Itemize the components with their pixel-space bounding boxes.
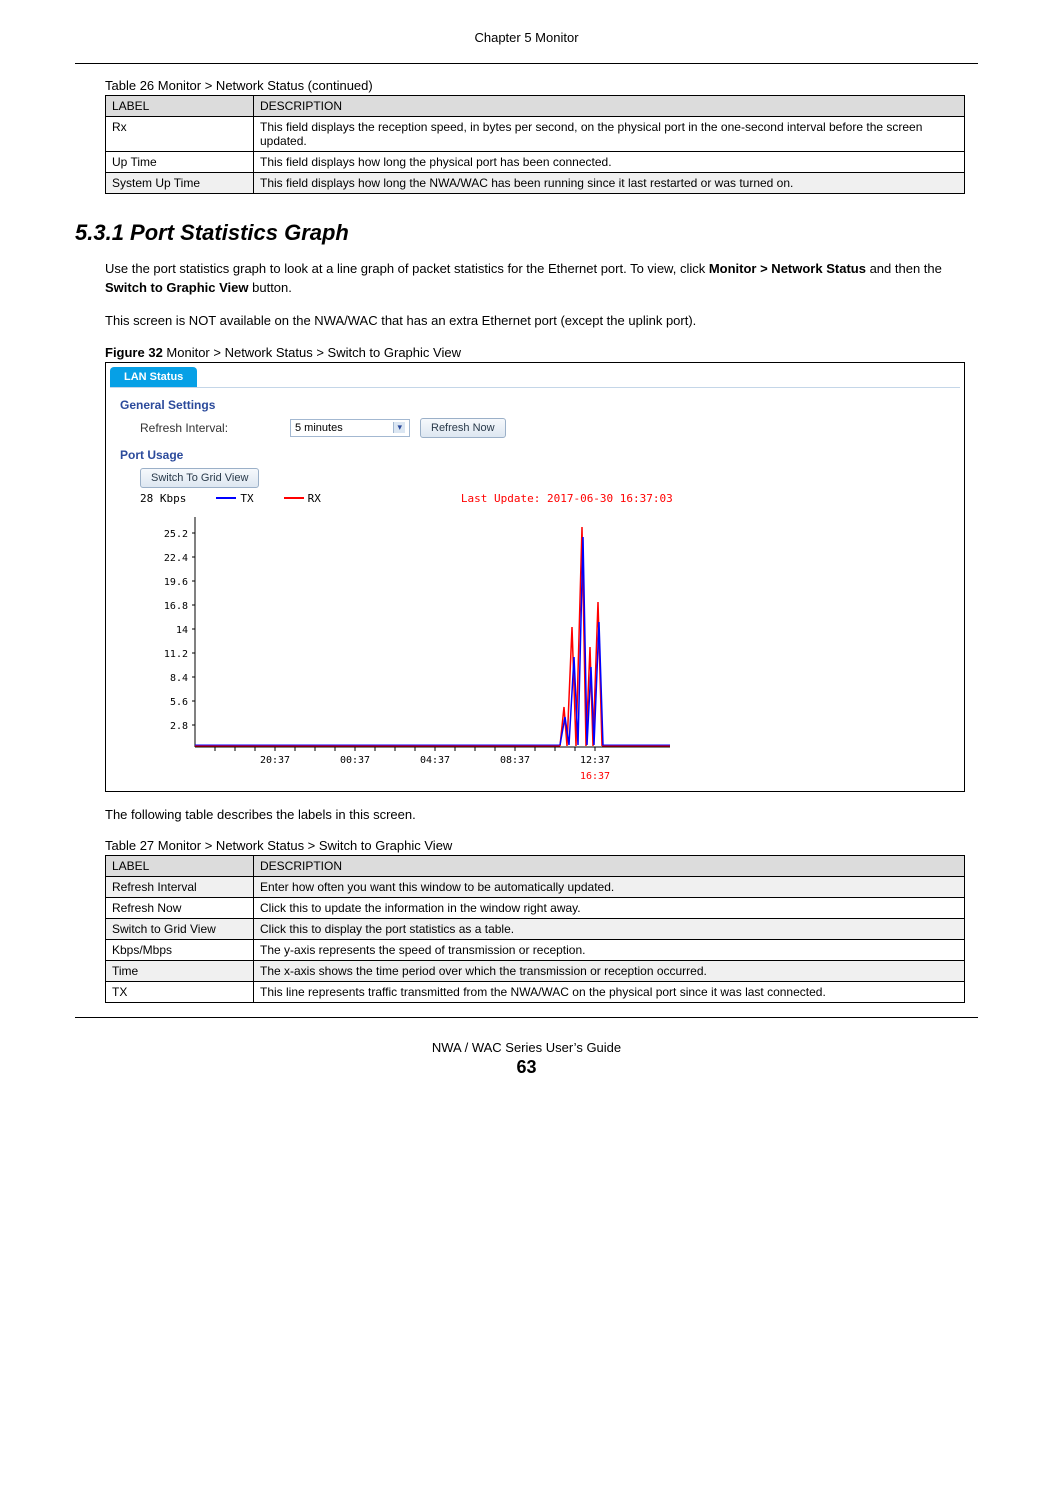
port-usage-label: Port Usage [120,448,960,462]
x-tick: 04:37 [420,755,450,766]
cell-label: Switch to Grid View [106,919,254,940]
table26-head-desc: DESCRIPTION [254,96,965,117]
y-axis-unit: 28 Kbps [140,492,186,505]
table-row: TX This line represents traffic transmit… [106,982,965,1003]
refresh-interval-label: Refresh Interval: [140,421,280,435]
last-update-label: Last Update: 2017-06-30 16:37:03 [461,492,673,505]
y-tick: 2.8 [170,721,188,732]
y-tick: 14 [176,625,188,636]
general-settings-label: General Settings [120,398,960,412]
cell-label: Kbps/Mbps [106,940,254,961]
tab-bar: LAN Status [110,367,960,388]
para-after-figure: The following table describes the labels… [105,806,965,825]
cell-desc: This line represents traffic transmitted… [254,982,965,1003]
y-tick: 5.6 [170,697,188,708]
x-tick: 00:37 [340,755,370,766]
cell-desc: Click this to display the port statistic… [254,919,965,940]
table27: LABEL DESCRIPTION Refresh Interval Enter… [105,855,965,1003]
cell-desc: This field displays how long the NWA/WAC… [254,173,965,194]
cell-label: Refresh Now [106,898,254,919]
table-row: Kbps/Mbps The y-axis represents the spee… [106,940,965,961]
table-row: Refresh Now Click this to update the inf… [106,898,965,919]
figure-number: Figure 32 [105,345,163,360]
cell-label: Time [106,961,254,982]
table-row: Refresh Interval Enter how often you wan… [106,877,965,898]
page-footer: NWA / WAC Series User’s Guide 63 [75,1040,978,1078]
legend-tx: TX [216,492,253,505]
text: Use the port statistics graph to look at… [105,261,709,276]
legend-tx-label: TX [240,492,253,505]
cell-desc: This field displays how long the physica… [254,152,965,173]
header-divider [75,63,978,64]
text: and then the [866,261,942,276]
cell-desc: The y-axis represents the speed of trans… [254,940,965,961]
figure32-screenshot: LAN Status General Settings Refresh Inte… [105,362,965,792]
line-icon [216,497,236,499]
tab-lan-status[interactable]: LAN Status [110,367,197,387]
chapter-header: Chapter 5 Monitor [75,30,978,45]
x-tick: 08:37 [500,755,530,766]
cell-desc: Enter how often you want this window to … [254,877,965,898]
footer-divider [75,1017,978,1018]
cell-desc: The x-axis shows the time period over wh… [254,961,965,982]
figure-caption: Figure 32 Monitor > Network Status > Swi… [105,345,978,360]
table-row: System Up Time This field displays how l… [106,173,965,194]
para-intro: Use the port statistics graph to look at… [105,260,965,298]
x-tick: 20:37 [260,755,290,766]
chevron-down-icon: ▾ [393,422,405,433]
port-usage-chart: 2.8 5.6 8.4 11.2 14 16.8 19.6 22.4 25.2 [140,507,700,787]
cell-desc: Click this to update the information in … [254,898,965,919]
guide-name: NWA / WAC Series User’s Guide [75,1040,978,1055]
refresh-row: Refresh Interval: 5 minutes ▾ Refresh No… [140,418,960,438]
cell-label: System Up Time [106,173,254,194]
table26-caption: Table 26 Monitor > Network Status (conti… [105,78,978,93]
refresh-now-button[interactable]: Refresh Now [420,418,506,438]
text-bold: Switch to Graphic View [105,280,249,295]
legend-rx: RX [284,492,321,505]
table-row: Rx This field displays the reception spe… [106,117,965,152]
refresh-interval-dropdown[interactable]: 5 minutes ▾ [290,419,410,437]
table-row: Time The x-axis shows the time period ov… [106,961,965,982]
page-number: 63 [75,1057,978,1078]
chart-legend-row: 28 Kbps TX RX Last Update: 2017-06-30 16… [140,492,960,505]
x-tick: 12:37 [580,755,610,766]
y-tick: 19.6 [164,577,188,588]
section-title: 5.3.1 Port Statistics Graph [75,220,978,246]
figure-title: Monitor > Network Status > Switch to Gra… [163,345,461,360]
cell-label: Rx [106,117,254,152]
para-note: This screen is NOT available on the NWA/… [105,312,965,331]
table27-head-desc: DESCRIPTION [254,856,965,877]
y-tick: 16.8 [164,601,188,612]
cell-label: TX [106,982,254,1003]
switch-to-grid-button[interactable]: Switch To Grid View [140,468,259,488]
line-icon [284,497,304,499]
text-bold: Monitor > Network Status [709,261,866,276]
text: button. [249,280,292,295]
y-tick: 25.2 [164,529,188,540]
table27-caption: Table 27 Monitor > Network Status > Swit… [105,838,978,853]
table26: LABEL DESCRIPTION Rx This field displays… [105,95,965,194]
y-tick: 22.4 [164,553,188,564]
cell-desc: This field displays the reception speed,… [254,117,965,152]
table-row: Switch to Grid View Click this to displa… [106,919,965,940]
y-tick: 11.2 [164,649,188,660]
table27-head-label: LABEL [106,856,254,877]
cell-label: Up Time [106,152,254,173]
y-tick: 8.4 [170,673,188,684]
cell-label: Refresh Interval [106,877,254,898]
dropdown-value: 5 minutes [295,422,343,434]
table26-head-label: LABEL [106,96,254,117]
x-tick-current: 16:37 [580,771,610,782]
legend-rx-label: RX [308,492,321,505]
table-row: Up Time This field displays how long the… [106,152,965,173]
